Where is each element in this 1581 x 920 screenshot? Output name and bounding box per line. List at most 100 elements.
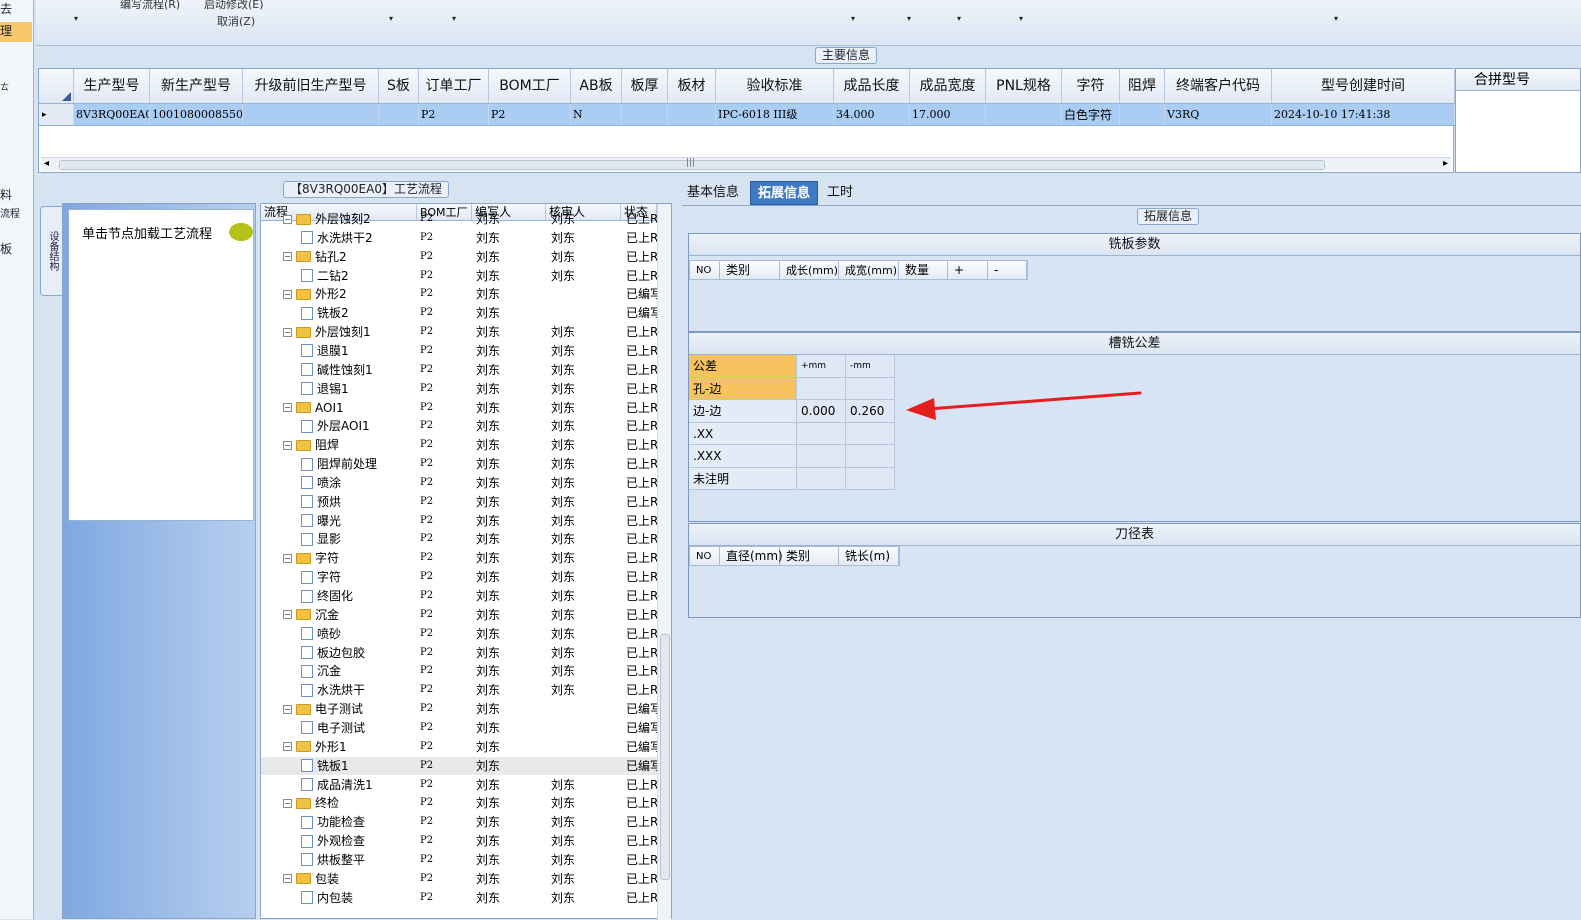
horizontal-scrollbar[interactable]: ◂ ||| ▸ <box>41 157 1451 171</box>
col-header[interactable]: AB板 <box>571 69 622 103</box>
scroll-left-icon[interactable]: ◂ <box>44 158 49 169</box>
table-cell[interactable]: V3RQ <box>1165 104 1272 125</box>
tree-row[interactable]: − 外层蚀刻1 P2 刘东 刘东 已上R <box>261 323 658 342</box>
tree-row[interactable]: 退锡1 P2 刘东 刘东 已上R <box>261 380 658 399</box>
plus-cell[interactable]: 0.000 <box>797 400 846 423</box>
scroll-thumb[interactable] <box>660 634 670 880</box>
tree-node[interactable]: 外层AOI1 <box>301 417 370 435</box>
col-header[interactable]: 类别 <box>720 261 780 279</box>
table-cell[interactable]: P2 <box>489 104 571 125</box>
chevron-down-icon[interactable]: ▾ <box>389 14 393 23</box>
tree-node[interactable]: 喷砂 <box>301 625 341 643</box>
col-header[interactable]: S板 <box>379 69 419 103</box>
collapse-toggle-icon[interactable]: − <box>283 610 292 620</box>
row-marker-icon[interactable]: ▸ <box>39 104 74 125</box>
left-nav-item[interactable]: 去 <box>0 0 12 17</box>
load-hint-box[interactable]: 单击节点加载工艺流程 <box>68 209 254 521</box>
plus-cell[interactable] <box>797 422 846 445</box>
tree-node[interactable]: 退锡1 <box>301 380 349 398</box>
collapse-toggle-icon[interactable]: − <box>283 553 292 563</box>
table-cell[interactable] <box>1120 104 1165 125</box>
chevron-down-icon[interactable]: ▾ <box>851 14 855 23</box>
col-header[interactable]: 终端客户代码 <box>1165 69 1272 103</box>
col-header[interactable]: 订单工厂 <box>419 69 489 103</box>
tree-row[interactable]: 沉金 P2 刘东 刘东 已上R <box>261 662 658 681</box>
col-header[interactable]: BOM工厂 <box>489 69 571 103</box>
tree-node[interactable]: 铣板2 <box>301 304 349 322</box>
tree-row[interactable]: − 外形1 P2 刘东 已编写 <box>261 738 662 757</box>
remove-button[interactable]: - <box>988 261 1027 279</box>
tree-node[interactable]: − 阻焊 <box>283 436 339 454</box>
tree-node[interactable]: − 沉金 <box>283 606 339 624</box>
table-cell[interactable] <box>622 104 668 125</box>
tree-node[interactable]: 成品清洗1 <box>301 776 373 794</box>
tree-node[interactable]: − 字符 <box>283 549 339 567</box>
tree-node[interactable]: − AOI1 <box>283 399 344 417</box>
left-nav-item[interactable]: 流程 <box>0 205 20 220</box>
tree-node[interactable]: − 外层蚀刻2 <box>283 210 371 228</box>
table-cell[interactable] <box>379 104 419 125</box>
table-row[interactable]: ▸ 8V3RQ00EA0 10010800085508 P2 P2 N IPC-… <box>39 104 1455 126</box>
chevron-down-icon[interactable]: ▾ <box>1334 14 1338 23</box>
start-modify-button[interactable]: 启动修改(E) <box>204 0 264 12</box>
table-cell[interactable]: N <box>571 104 622 125</box>
tree-node[interactable]: − 终检 <box>283 794 339 812</box>
minus-cell[interactable]: 0.260 <box>846 400 895 423</box>
tree-row[interactable]: 水洗烘干2 P2 刘东 刘东 已上R <box>261 229 658 248</box>
left-nav-item[interactable]: 料 <box>0 186 12 203</box>
col-header[interactable]: 公差 <box>689 355 797 378</box>
tree-node[interactable]: − 包装 <box>283 870 339 888</box>
left-nav-item[interactable]: ㄊ <box>0 80 9 93</box>
col-header[interactable]: -mm <box>846 355 895 378</box>
minus-cell[interactable] <box>846 445 895 468</box>
tree-node[interactable]: − 钻孔2 <box>283 248 347 266</box>
col-header[interactable]: 验收标准 <box>716 69 834 103</box>
tree-row[interactable]: 阻焊前处理 P2 刘东 刘东 已上R <box>261 455 658 474</box>
tree-row[interactable]: 预烘 P2 刘东 刘东 已上R <box>261 493 658 512</box>
tree-node[interactable]: 阻焊前处理 <box>301 455 377 473</box>
collapse-toggle-icon[interactable]: − <box>283 742 292 752</box>
tolerance-row[interactable]: 孔-边 <box>689 377 895 400</box>
left-nav-item[interactable]: 板 <box>0 240 12 257</box>
col-header[interactable]: 字符 <box>1062 69 1120 103</box>
tree-node[interactable]: 电子测试 <box>301 719 365 737</box>
tab-work-hours[interactable]: 工时 <box>820 181 860 205</box>
vertical-scrollbar[interactable] <box>657 204 671 920</box>
tree-node[interactable]: 预烘 <box>301 493 341 511</box>
table-cell[interactable]: IPC-6018 III级 <box>716 104 834 125</box>
left-nav-item-selected[interactable]: 理 <box>0 22 32 42</box>
table-cell[interactable]: 34.000 <box>834 104 910 125</box>
tree-node[interactable]: 内包装 <box>301 889 353 907</box>
table-cell[interactable] <box>986 104 1062 125</box>
tree-node[interactable]: 沉金 <box>301 662 341 680</box>
collapse-toggle-icon[interactable]: − <box>283 289 292 299</box>
tab-extended-info[interactable]: 拓展信息 <box>750 181 819 205</box>
tree-row[interactable]: 内包装 P2 刘东 刘东 已上R <box>261 889 658 908</box>
tree-row[interactable]: − 外层蚀刻2 P2 刘东 刘东 已上R <box>261 210 658 229</box>
tree-row[interactable]: − 钻孔2 P2 刘东 刘东 已上R <box>261 248 658 267</box>
tree-node[interactable]: 碱性蚀刻1 <box>301 361 373 379</box>
table-cell[interactable]: 17.000 <box>910 104 986 125</box>
tree-row[interactable]: 曝光 P2 刘东 刘东 已上R <box>261 512 658 531</box>
tree-row[interactable]: − AOI1 P2 刘东 刘东 已上R <box>261 399 658 418</box>
col-header[interactable]: 升级前旧生产型号 <box>243 69 379 103</box>
tree-row[interactable]: − 电子测试 P2 刘东 已编写 <box>261 700 662 719</box>
write-flow-button[interactable]: 编写流程(R) <box>120 0 180 12</box>
tree-row[interactable]: − 包装 P2 刘东 刘东 已上R <box>261 870 658 889</box>
tree-row[interactable]: 退膜1 P2 刘东 刘东 已上R <box>261 342 658 361</box>
tree-row[interactable]: − 字符 P2 刘东 刘东 已上R <box>261 549 658 568</box>
col-header[interactable]: 铣长(m) <box>839 547 899 565</box>
tree-node[interactable]: 曝光 <box>301 512 341 530</box>
tree-node[interactable]: 字符 <box>301 568 341 586</box>
tree-node[interactable]: 铣板1 <box>301 757 349 775</box>
tree-row[interactable]: 终固化 P2 刘东 刘东 已上R <box>261 587 658 606</box>
tree-row[interactable]: 铣板2 P2 刘东 已编写 <box>261 304 662 323</box>
col-header[interactable]: +mm <box>797 355 846 378</box>
tree-row[interactable]: 外层AOI1 P2 刘东 刘东 已上R <box>261 417 658 436</box>
tree-row[interactable]: 二钻2 P2 刘东 刘东 已上R <box>261 267 658 286</box>
tab-basic-info[interactable]: 基本信息 <box>680 181 746 205</box>
col-header[interactable]: 成长(mm) <box>780 261 839 279</box>
plus-cell[interactable] <box>797 467 846 490</box>
tree-row[interactable]: − 终检 P2 刘东 刘东 已上R <box>261 794 658 813</box>
tolerance-row[interactable]: 边-边 0.000 0.260 <box>689 400 895 423</box>
